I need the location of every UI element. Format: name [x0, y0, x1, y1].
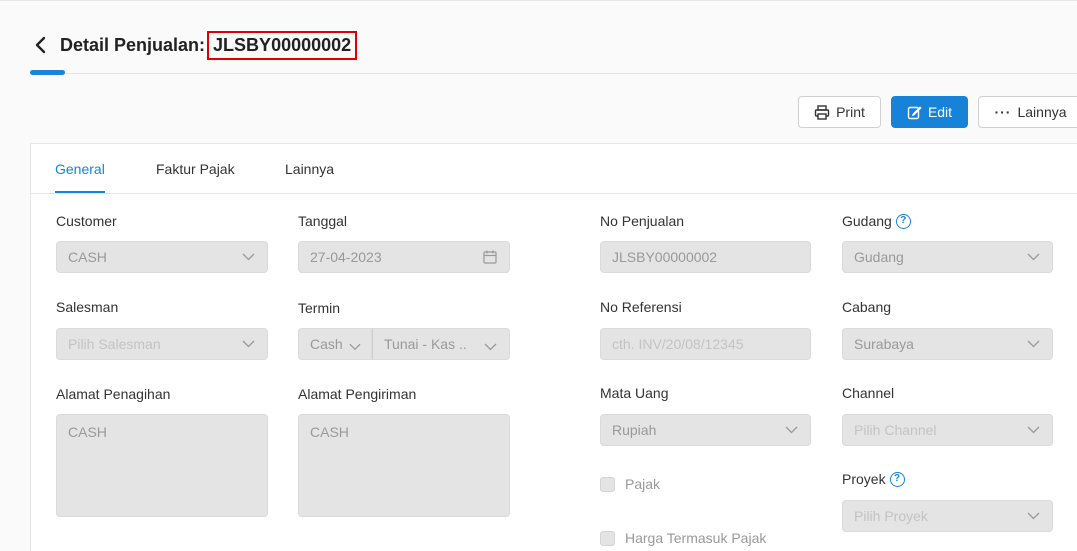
tab-faktur-pajak[interactable]: Faktur Pajak — [156, 161, 235, 177]
gudang-select[interactable]: Gudang — [842, 241, 1053, 273]
print-button[interactable]: Print — [798, 96, 881, 128]
no-penjualan-label: No Penjualan — [600, 213, 685, 229]
pajak-label: Pajak — [625, 476, 661, 492]
no-referensi-label: No Referensi — [600, 299, 682, 315]
ellipsis-icon: ··· — [994, 104, 1012, 120]
harga-termasuk-pajak-label: Harga Termasuk Pajak — [625, 530, 767, 546]
harga-termasuk-pajak-checkbox[interactable] — [600, 530, 615, 546]
active-tab-indicator — [55, 191, 105, 193]
no-penjualan-field[interactable]: JLSBY00000002 — [600, 241, 811, 273]
calendar-icon — [483, 250, 497, 264]
channel-label: Channel — [842, 385, 895, 401]
chevron-left-icon — [35, 36, 46, 54]
chevron-down-icon — [484, 338, 497, 354]
edit-label: Edit — [927, 104, 953, 120]
tab-general[interactable]: General — [55, 161, 105, 177]
page-title: Detail Penjualan: — [60, 34, 206, 55]
tanggal-label: Tanggal — [298, 213, 348, 229]
more-button[interactable]: ··· Lainnya — [978, 96, 1077, 128]
page-header: Detail Penjualan: JLSBY00000002 — [30, 30, 358, 60]
chevron-down-icon — [1026, 509, 1040, 523]
chevron-down-icon — [241, 250, 255, 264]
edit-button[interactable]: Edit — [891, 96, 968, 128]
termin-type-select[interactable]: Cash — [298, 328, 372, 360]
gudang-label: Gudang ? — [842, 213, 911, 229]
mata-uang-label: Mata Uang — [600, 385, 669, 401]
cabang-label: Cabang — [842, 299, 892, 315]
customer-select[interactable]: CASH — [56, 241, 268, 273]
alamat-pengiriman-label: Alamat Pengiriman — [298, 386, 417, 402]
back-button[interactable] — [30, 34, 52, 56]
alamat-pengiriman-textarea[interactable]: CASH — [298, 414, 510, 517]
chevron-down-icon — [241, 337, 255, 351]
help-icon[interactable]: ? — [895, 213, 911, 229]
chevron-down-icon — [349, 338, 361, 354]
help-icon[interactable]: ? — [889, 471, 905, 487]
header-accent-bar — [30, 70, 65, 75]
pajak-checkbox[interactable] — [600, 476, 615, 492]
header-divider — [30, 73, 1077, 74]
printer-icon — [814, 104, 830, 120]
chevron-down-icon — [1026, 423, 1040, 437]
edit-icon — [907, 105, 922, 119]
chevron-down-icon — [1026, 337, 1040, 351]
mata-uang-select[interactable]: Rupiah — [600, 414, 811, 446]
harga-termasuk-pajak-checkbox-row[interactable]: Harga Termasuk Pajak — [600, 530, 766, 546]
customer-label: Customer — [56, 213, 117, 229]
alamat-penagihan-label: Alamat Penagihan — [56, 386, 171, 402]
cabang-select[interactable]: Surabaya — [842, 328, 1053, 360]
print-label: Print — [836, 104, 865, 120]
tab-bar: General Faktur Pajak Lainnya — [31, 144, 1077, 194]
termin-account-select[interactable]: Tunai - Kas .. — [372, 328, 510, 360]
termin-select-group: Cash Tunai - Kas .. — [298, 328, 510, 360]
chevron-down-icon — [1026, 250, 1040, 264]
proyek-label: Proyek ? — [842, 471, 905, 487]
salesman-select[interactable]: Pilih Salesman — [56, 328, 268, 360]
salesman-label: Salesman — [56, 299, 119, 315]
channel-select[interactable]: Pilih Channel — [842, 414, 1053, 446]
tab-lainnya[interactable]: Lainnya — [285, 161, 334, 177]
pajak-checkbox-row[interactable]: Pajak — [600, 476, 660, 492]
more-label: Lainnya — [1017, 104, 1067, 120]
tanggal-date-field[interactable]: 27-04-2023 — [298, 241, 510, 273]
alamat-penagihan-textarea[interactable]: CASH — [56, 414, 268, 517]
no-referensi-input[interactable]: cth. INV/20/08/12345 — [600, 328, 811, 360]
proyek-select[interactable]: Pilih Proyek — [842, 500, 1053, 532]
top-divider — [0, 0, 1077, 1]
chevron-down-icon — [784, 423, 798, 437]
termin-label: Termin — [298, 300, 341, 316]
document-id: JLSBY00000002 — [207, 30, 358, 60]
